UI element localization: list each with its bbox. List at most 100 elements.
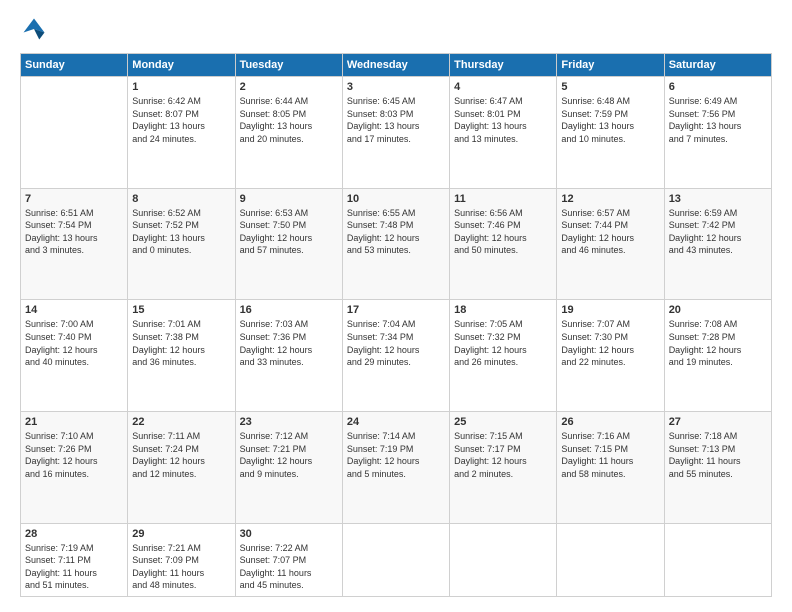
logo <box>20 15 52 43</box>
calendar-cell: 2 Sunrise: 6:44 AM Sunset: 8:05 PM Daylig… <box>235 77 342 189</box>
calendar-cell: 13 Sunrise: 6:59 AM Sunset: 7:42 PM Dayli… <box>664 188 771 300</box>
day-info: Sunrise: 7:10 AM Sunset: 7:26 PM Dayligh… <box>25 430 123 480</box>
calendar-cell: 8 Sunrise: 6:52 AM Sunset: 7:52 PM Daylig… <box>128 188 235 300</box>
day-number: 18 <box>454 304 552 316</box>
calendar-cell: 19 Sunrise: 7:07 AM Sunset: 7:30 PM Dayli… <box>557 300 664 412</box>
calendar-cell <box>557 523 664 596</box>
logo-icon <box>20 15 48 43</box>
calendar-cell: 12Sunrise: 6:57 AM Sunset: 7:44 PM Dayli… <box>557 188 664 300</box>
calendar-cell: 25 Sunrise: 7:15 AM Sunset: 7:17 PM Dayli… <box>450 411 557 523</box>
day-info: Sunrise: 7:15 AM Sunset: 7:17 PM Dayligh… <box>454 430 552 480</box>
day-number: 19 <box>561 304 659 316</box>
calendar-cell: 5 Sunrise: 6:48 AM Sunset: 7:59 PM Daylig… <box>557 77 664 189</box>
calendar-day-header: Sunday <box>21 54 128 77</box>
calendar-cell <box>342 523 449 596</box>
day-info: Sunrise: 6:59 AM Sunset: 7:42 PM Dayligh… <box>669 207 767 257</box>
day-info: Sunrise: 7:19 AM Sunset: 7:11 PM Dayligh… <box>25 542 123 592</box>
day-info: Sunrise: 7:14 AM Sunset: 7:19 PM Dayligh… <box>347 430 445 480</box>
day-info: Sunrise: 7:16 AM Sunset: 7:15 PM Dayligh… <box>561 430 659 480</box>
calendar-week-row: 14 Sunrise: 7:00 AM Sunset: 7:40 PM Dayli… <box>21 300 772 412</box>
calendar-week-row: 28 Sunrise: 7:19 AM Sunset: 7:11 PM Dayli… <box>21 523 772 596</box>
calendar-cell <box>450 523 557 596</box>
day-info: Sunrise: 6:49 AM Sunset: 7:56 PM Dayligh… <box>669 95 767 145</box>
calendar-cell: 22 Sunrise: 7:11 AM Sunset: 7:24 PM Dayli… <box>128 411 235 523</box>
day-number: 25 <box>454 416 552 428</box>
calendar-cell: 7 Sunrise: 6:51 AM Sunset: 7:54 PM Daylig… <box>21 188 128 300</box>
day-number: 11 <box>454 193 552 205</box>
day-number: 8 <box>132 193 230 205</box>
header <box>20 15 772 43</box>
day-info: Sunrise: 6:44 AM Sunset: 8:05 PM Dayligh… <box>240 95 338 145</box>
day-number: 24 <box>347 416 445 428</box>
calendar-cell: 21 Sunrise: 7:10 AM Sunset: 7:26 PM Dayli… <box>21 411 128 523</box>
day-number: 21 <box>25 416 123 428</box>
day-number: 13 <box>669 193 767 205</box>
day-number: 4 <box>454 81 552 93</box>
calendar-day-header: Monday <box>128 54 235 77</box>
calendar-cell: 29 Sunrise: 7:21 AM Sunset: 7:09 PM Dayli… <box>128 523 235 596</box>
day-number: 6 <box>669 81 767 93</box>
calendar-cell: 18 Sunrise: 7:05 AM Sunset: 7:32 PM Dayli… <box>450 300 557 412</box>
day-info: Sunrise: 7:01 AM Sunset: 7:38 PM Dayligh… <box>132 318 230 368</box>
calendar-cell: 11Sunrise: 6:56 AM Sunset: 7:46 PM Dayli… <box>450 188 557 300</box>
day-number: 16 <box>240 304 338 316</box>
day-number: 17 <box>347 304 445 316</box>
calendar-day-header: Tuesday <box>235 54 342 77</box>
day-info: Sunrise: 6:42 AM Sunset: 8:07 PM Dayligh… <box>132 95 230 145</box>
calendar-cell: 20 Sunrise: 7:08 AM Sunset: 7:28 PM Dayli… <box>664 300 771 412</box>
calendar-cell: 6 Sunrise: 6:49 AM Sunset: 7:56 PM Daylig… <box>664 77 771 189</box>
calendar-cell <box>664 523 771 596</box>
day-number: 5 <box>561 81 659 93</box>
day-number: 9 <box>240 193 338 205</box>
calendar-cell: 10 Sunrise: 6:55 AM Sunset: 7:48 PM Dayli… <box>342 188 449 300</box>
calendar-cell: 26 Sunrise: 7:16 AM Sunset: 7:15 PM Dayli… <box>557 411 664 523</box>
calendar-cell: 14 Sunrise: 7:00 AM Sunset: 7:40 PM Dayli… <box>21 300 128 412</box>
day-number: 14 <box>25 304 123 316</box>
calendar-cell: 30Sunrise: 7:22 AM Sunset: 7:07 PM Dayli… <box>235 523 342 596</box>
day-info: Sunrise: 6:55 AM Sunset: 7:48 PM Dayligh… <box>347 207 445 257</box>
day-info: Sunrise: 7:21 AM Sunset: 7:09 PM Dayligh… <box>132 542 230 592</box>
calendar-day-header: Wednesday <box>342 54 449 77</box>
day-number: 27 <box>669 416 767 428</box>
day-info: Sunrise: 7:18 AM Sunset: 7:13 PM Dayligh… <box>669 430 767 480</box>
day-number: 7 <box>25 193 123 205</box>
day-number: 12 <box>561 193 659 205</box>
calendar-table: SundayMondayTuesdayWednesdayThursdayFrid… <box>20 53 772 597</box>
calendar-cell: 16 Sunrise: 7:03 AM Sunset: 7:36 PM Dayli… <box>235 300 342 412</box>
day-info: Sunrise: 6:53 AM Sunset: 7:50 PM Dayligh… <box>240 207 338 257</box>
day-number: 30 <box>240 528 338 540</box>
day-info: Sunrise: 7:12 AM Sunset: 7:21 PM Dayligh… <box>240 430 338 480</box>
day-number: 26 <box>561 416 659 428</box>
day-number: 20 <box>669 304 767 316</box>
day-number: 29 <box>132 528 230 540</box>
day-info: Sunrise: 7:00 AM Sunset: 7:40 PM Dayligh… <box>25 318 123 368</box>
calendar-cell: 23 Sunrise: 7:12 AM Sunset: 7:21 PM Dayli… <box>235 411 342 523</box>
day-number: 2 <box>240 81 338 93</box>
day-info: Sunrise: 6:45 AM Sunset: 8:03 PM Dayligh… <box>347 95 445 145</box>
calendar-week-row: 21 Sunrise: 7:10 AM Sunset: 7:26 PM Dayli… <box>21 411 772 523</box>
day-number: 15 <box>132 304 230 316</box>
calendar-cell: 15 Sunrise: 7:01 AM Sunset: 7:38 PM Dayli… <box>128 300 235 412</box>
calendar-day-header: Saturday <box>664 54 771 77</box>
calendar-cell: 28 Sunrise: 7:19 AM Sunset: 7:11 PM Dayli… <box>21 523 128 596</box>
day-info: Sunrise: 6:52 AM Sunset: 7:52 PM Dayligh… <box>132 207 230 257</box>
day-info: Sunrise: 7:05 AM Sunset: 7:32 PM Dayligh… <box>454 318 552 368</box>
calendar-cell: 9 Sunrise: 6:53 AM Sunset: 7:50 PM Daylig… <box>235 188 342 300</box>
day-info: Sunrise: 7:07 AM Sunset: 7:30 PM Dayligh… <box>561 318 659 368</box>
day-info: Sunrise: 7:03 AM Sunset: 7:36 PM Dayligh… <box>240 318 338 368</box>
calendar-cell: 3 Sunrise: 6:45 AM Sunset: 8:03 PM Daylig… <box>342 77 449 189</box>
day-info: Sunrise: 6:48 AM Sunset: 7:59 PM Dayligh… <box>561 95 659 145</box>
day-number: 23 <box>240 416 338 428</box>
day-number: 3 <box>347 81 445 93</box>
calendar-week-row: 1 Sunrise: 6:42 AM Sunset: 8:07 PM Daylig… <box>21 77 772 189</box>
calendar-day-header: Friday <box>557 54 664 77</box>
day-number: 10 <box>347 193 445 205</box>
day-number: 22 <box>132 416 230 428</box>
day-info: Sunrise: 6:51 AM Sunset: 7:54 PM Dayligh… <box>25 207 123 257</box>
day-number: 28 <box>25 528 123 540</box>
day-info: Sunrise: 7:11 AM Sunset: 7:24 PM Dayligh… <box>132 430 230 480</box>
day-info: Sunrise: 7:08 AM Sunset: 7:28 PM Dayligh… <box>669 318 767 368</box>
day-number: 1 <box>132 81 230 93</box>
calendar-cell <box>21 77 128 189</box>
day-info: Sunrise: 6:47 AM Sunset: 8:01 PM Dayligh… <box>454 95 552 145</box>
